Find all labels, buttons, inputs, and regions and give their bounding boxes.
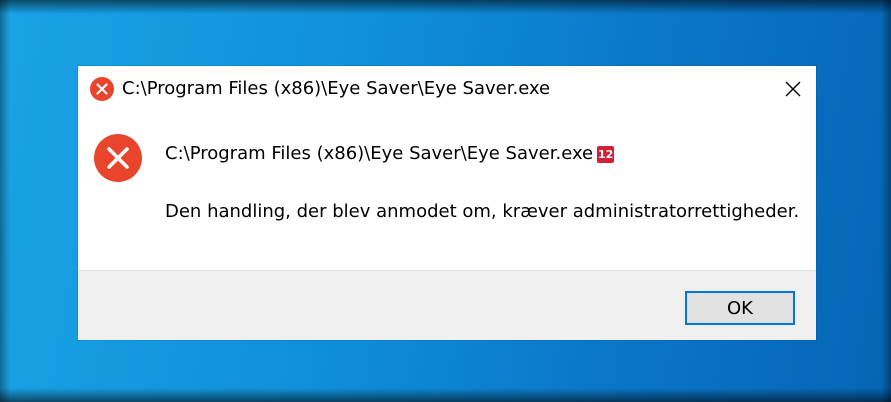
error-icon [90, 77, 114, 101]
ok-button[interactable]: OK [685, 291, 795, 325]
dialog-titlebar[interactable]: C:\Program Files (x86)\Eye Saver\Eye Sav… [78, 66, 816, 112]
error-dialog: C:\Program Files (x86)\Eye Saver\Eye Sav… [78, 66, 816, 340]
executable-path: C:\Program Files (x86)\Eye Saver\Eye Sav… [165, 143, 615, 165]
number-badge: 12 [597, 145, 615, 163]
dialog-title: C:\Program Files (x86)\Eye Saver\Eye Sav… [122, 78, 551, 99]
dialog-footer: OK [78, 270, 816, 340]
close-icon [785, 81, 801, 97]
close-button[interactable] [770, 66, 816, 112]
error-message: Den handling, der blev anmodet om, kræve… [165, 201, 800, 222]
error-icon [94, 134, 142, 182]
executable-path-text: C:\Program Files (x86)\Eye Saver\Eye Sav… [165, 143, 594, 164]
dialog-content: C:\Program Files (x86)\Eye Saver\Eye Sav… [78, 112, 816, 270]
